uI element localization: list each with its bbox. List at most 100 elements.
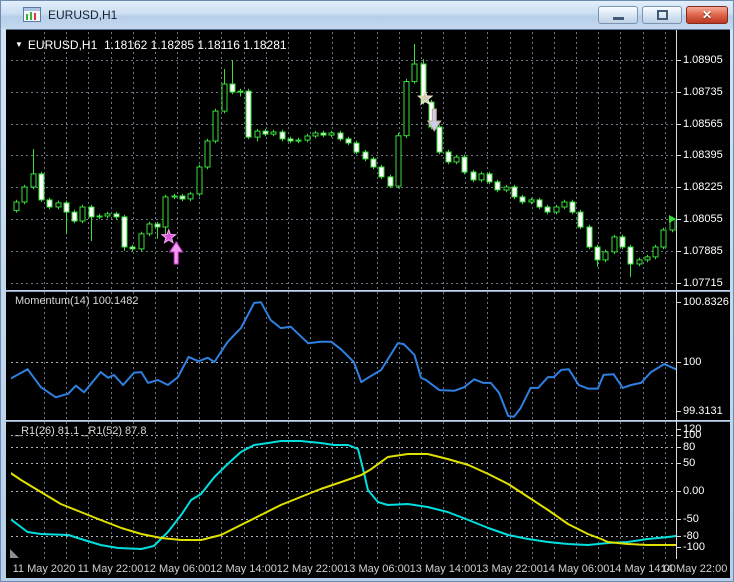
symbol-dropdown-caret[interactable]: ▼ xyxy=(15,40,23,49)
candle xyxy=(197,167,202,194)
candle xyxy=(255,131,260,137)
candle xyxy=(379,167,384,177)
price-chart-plot[interactable] xyxy=(11,32,676,290)
time-axis-label: 14 May 06:00 xyxy=(543,563,610,575)
candle xyxy=(338,133,343,139)
price-axis-label: 1.08565 xyxy=(683,118,723,130)
price-axis-label: 1.08395 xyxy=(683,149,723,161)
axis-tick xyxy=(676,251,681,252)
buy-star-marker xyxy=(162,230,176,243)
price-chart-panel[interactable]: ▼EURUSD,H1 1.18162 1.18285 1.18116 1.182… xyxy=(6,32,730,290)
restore-icon xyxy=(657,10,668,20)
axis-tick xyxy=(676,155,681,156)
axis-tick xyxy=(676,283,681,284)
candle xyxy=(603,252,608,260)
momentum-line xyxy=(11,302,676,417)
terminal-window: EURUSD,H1 ✕ ▼EURUSD,H1 1.18162 1.18285 1… xyxy=(0,0,734,582)
price-axis-label: 1.08225 xyxy=(683,181,723,193)
candle xyxy=(271,132,276,134)
candle xyxy=(31,174,36,187)
chart-window-icon xyxy=(23,7,41,22)
candle xyxy=(520,197,525,202)
candle xyxy=(346,139,351,143)
close-button[interactable]: ✕ xyxy=(686,6,728,24)
candle xyxy=(64,203,69,212)
candle xyxy=(222,84,227,111)
momentum-axis-label: 99.3131 xyxy=(683,405,723,417)
candle xyxy=(230,84,235,92)
window-controls: ✕ xyxy=(598,6,728,24)
window-resize-grip[interactable] xyxy=(10,549,19,558)
minimize-button[interactable] xyxy=(598,6,638,24)
candle xyxy=(263,131,268,134)
candle xyxy=(454,157,459,162)
axis-tick xyxy=(676,536,681,537)
time-axis-label: 13 May 14:00 xyxy=(410,563,477,575)
axis-tick xyxy=(676,519,681,520)
axis-tick xyxy=(676,302,681,303)
candle xyxy=(487,174,492,182)
r1-plot[interactable] xyxy=(11,422,676,559)
candle xyxy=(114,214,119,217)
ohlc-quote: 1.18162 1.18285 1.18116 1.18281 xyxy=(104,38,287,52)
candle xyxy=(97,216,102,217)
candle xyxy=(172,196,177,197)
candle xyxy=(188,194,193,199)
time-axis-label: 12 May 22:00 xyxy=(277,563,344,575)
candle xyxy=(130,247,135,249)
r1-axis-label: -100 xyxy=(683,541,705,553)
r1-label: _R1(26) 81.1 _R1(52) 87.8 xyxy=(15,425,146,437)
candle xyxy=(321,133,326,135)
candle xyxy=(578,212,583,227)
candle xyxy=(147,224,152,234)
candle xyxy=(354,143,359,152)
candle xyxy=(122,217,127,247)
candle xyxy=(238,91,243,92)
price-axis-divider xyxy=(676,30,677,559)
time-axis-label: 12 May 06:00 xyxy=(144,563,211,575)
momentum-plot[interactable] xyxy=(11,292,676,420)
candle xyxy=(72,212,77,221)
restore-button[interactable] xyxy=(642,6,682,24)
axis-tick xyxy=(676,491,681,492)
momentum-axis-label: 100 xyxy=(683,356,701,368)
price-axis-label: 1.08055 xyxy=(683,213,723,225)
candle xyxy=(562,202,567,207)
candle xyxy=(296,140,301,141)
candle xyxy=(645,257,650,260)
title-bar[interactable]: EURUSD,H1 ✕ xyxy=(1,1,733,29)
candle xyxy=(329,133,334,135)
candle xyxy=(620,237,625,247)
candle xyxy=(22,187,27,202)
r1-axis-label: 80 xyxy=(683,441,695,453)
candle xyxy=(504,187,509,190)
candle xyxy=(89,207,94,217)
candle xyxy=(139,234,144,249)
axis-tick xyxy=(676,92,681,93)
candle xyxy=(14,202,19,211)
close-icon: ✕ xyxy=(702,8,712,22)
price-axis-label: 1.08735 xyxy=(683,86,723,98)
candle xyxy=(437,127,442,152)
axis-tick xyxy=(676,547,681,548)
momentum-panel[interactable]: Momentum(14) 100.1482 xyxy=(6,292,730,420)
momentum-label: Momentum(14) 100.1482 xyxy=(15,295,139,307)
candle xyxy=(205,141,210,167)
r1-axis-label: 50 xyxy=(683,457,695,469)
candle xyxy=(612,237,617,252)
candle xyxy=(47,200,52,207)
time-axis[interactable]: 11 May 202011 May 22:0012 May 06:0012 Ma… xyxy=(6,559,730,578)
buy-arrow-marker xyxy=(170,242,183,264)
candle xyxy=(404,82,409,136)
axis-tick xyxy=(676,463,681,464)
minimize-icon xyxy=(613,17,624,20)
candle xyxy=(39,174,44,200)
candle xyxy=(637,260,642,264)
chart-header: ▼EURUSD,H1 1.18162 1.18285 1.18116 1.182… xyxy=(15,38,287,52)
candle xyxy=(105,214,110,216)
momentum-axis-label: 100.8326 xyxy=(683,296,729,308)
time-axis-label: 13 May 22:00 xyxy=(476,563,543,575)
candle xyxy=(56,203,61,207)
time-axis-label: 12 May 14:00 xyxy=(210,563,277,575)
r1-indicator-panel[interactable]: _R1(26) 81.1 _R1(52) 87.8 xyxy=(6,422,730,559)
